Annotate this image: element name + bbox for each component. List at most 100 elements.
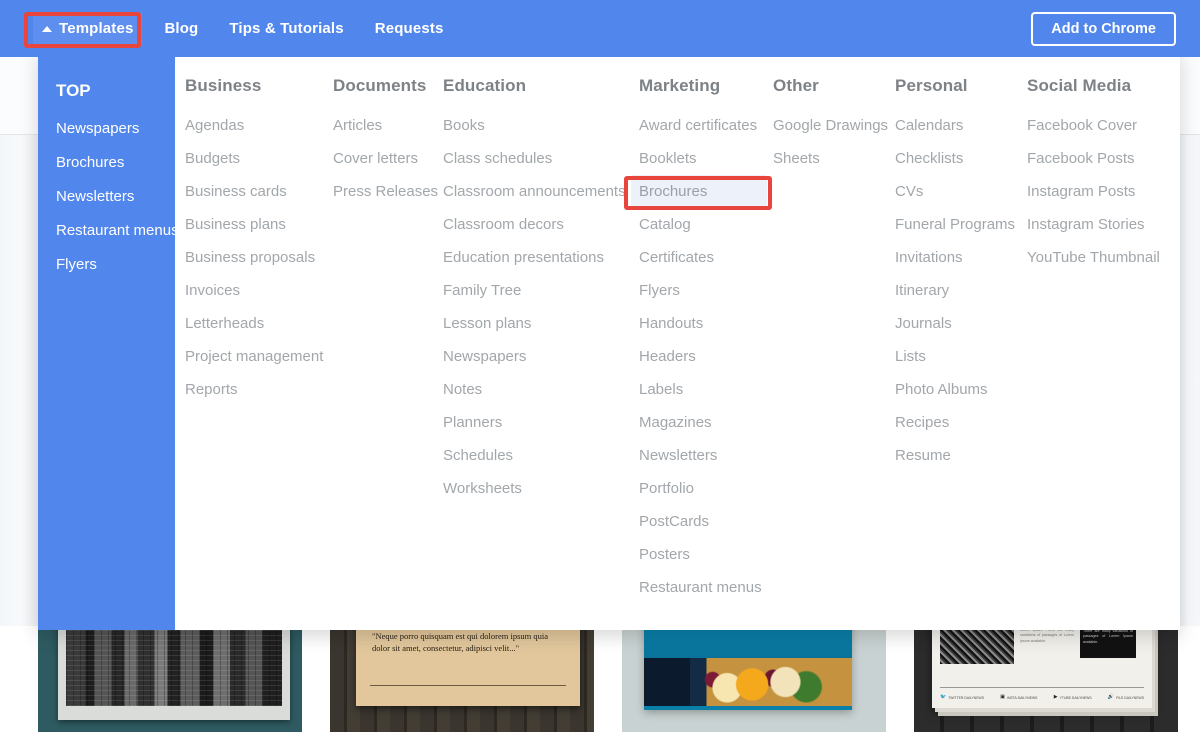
nav-item-label: Blog [164,20,199,37]
newspaper-social-row: 🐦 TWITTER.DAILYNEWS ▣ INSTA.DAILYNEWS ▶ … [940,695,1144,700]
add-to-chrome-button[interactable]: Add to Chrome [1031,12,1176,46]
category-item-certificates[interactable]: Certificates [639,241,767,274]
newspaper-divider [940,687,1144,688]
newspaper-sheet: Lorem Ipsum. There are many variations o… [932,626,1152,708]
category-item-budgets[interactable]: Budgets [185,142,327,175]
sidebar-item-flyers[interactable]: Flyers [38,248,175,282]
category-item-class-schedules[interactable]: Class schedules [443,142,633,175]
newspaper-highlight-box: There are many variations of passages of… [1080,626,1136,658]
category-item-classroom-decors[interactable]: Classroom decors [443,208,633,241]
category-item-sheets[interactable]: Sheets [773,142,889,175]
newspaper-photo [940,628,1014,664]
category-item-project-management[interactable]: Project management [185,340,327,373]
category-item-resume[interactable]: Resume [895,439,1021,472]
category-item-instagram-stories[interactable]: Instagram Stories [1027,208,1180,241]
category-column-education: Education Books Class schedules Classroo… [443,76,639,630]
sidebar-item-newsletters[interactable]: Newsletters [38,180,175,214]
category-item-reports[interactable]: Reports [185,373,327,406]
category-item-press-releases[interactable]: Press Releases [333,175,438,208]
category-item-facebook-posts[interactable]: Facebook Posts [1027,142,1180,175]
category-item-schedules[interactable]: Schedules [443,439,633,472]
social-item-instagram: ▣ INSTA.DAILYNEWS [1000,695,1037,700]
category-item-photo-albums[interactable]: Photo Albums [895,373,1021,406]
primary-nav: Templates Blog Tips & Tutorials Requests [0,0,465,57]
category-item-booklets[interactable]: Booklets [639,142,767,175]
category-item-instagram-posts[interactable]: Instagram Posts [1027,175,1180,208]
category-item-youtube-thumbnail[interactable]: YouTube Thumbnail [1027,241,1180,274]
sidebar-item-restaurant-menus[interactable]: Restaurant menus [38,214,179,248]
template-thumbnail-restaurant-menu[interactable]: Fresh Organic Menu Vegan Salad Caramel B… [622,626,886,732]
nav-item-blog[interactable]: Blog [155,12,207,45]
category-item-notes[interactable]: Notes [443,373,633,406]
top-navigation-bar: Templates Blog Tips & Tutorials Requests… [0,0,1200,57]
category-item-award-certificates[interactable]: Award certificates [639,109,767,142]
instagram-icon: ▣ [1000,694,1006,700]
category-item-cvs[interactable]: CVs [895,175,1021,208]
category-item-education-presentations[interactable]: Education presentations [443,241,633,274]
category-item-business-plans[interactable]: Business plans [185,208,327,241]
category-item-headers[interactable]: Headers [639,340,767,373]
template-thumbnail-newspaper[interactable]: Lorem Ipsum. There are many variations o… [914,626,1178,732]
category-item-flyers[interactable]: Flyers [639,274,767,307]
category-item-books[interactable]: Books [443,109,633,142]
category-item-cover-letters[interactable]: Cover letters [333,142,437,175]
category-item-magazines[interactable]: Magazines [639,406,767,439]
category-item-itinerary[interactable]: Itinerary [895,274,1021,307]
social-item-file: 🔊 FILE.DAILYNEWS [1108,695,1144,700]
category-item-portfolio[interactable]: Portfolio [639,472,767,505]
category-item-invitations[interactable]: Invitations [895,241,1021,274]
category-item-invoices[interactable]: Invoices [185,274,327,307]
newspaper-column-text: Lorem Ipsum. There are many variations o… [1020,628,1074,643]
social-handle: TWITTER.DAILYNEWS [948,695,984,700]
category-title-documents: Documents [333,76,427,95]
category-item-google-drawings[interactable]: Google Drawings [773,109,889,142]
category-item-calendars[interactable]: Calendars [895,109,1021,142]
menu-header: Fresh Organic Menu Vegan Salad Caramel B… [644,626,852,658]
category-item-checklists[interactable]: Checklists [895,142,1021,175]
category-item-brochures[interactable]: Brochures [631,175,767,208]
category-item-letterheads[interactable]: Letterheads [185,307,327,340]
category-item-restaurant-menus[interactable]: Restaurant menus [639,571,767,604]
category-title-personal: Personal [895,76,968,95]
nav-item-templates[interactable]: Templates [33,12,143,45]
category-item-postcards[interactable]: PostCards [639,505,767,538]
dropdown-sidebar: TOP Newspapers Brochures Newsletters Res… [38,50,179,630]
template-thumbnail-quote-card[interactable]: "Neque porro quisquam est qui dolorem ip… [330,626,594,732]
category-item-recipes[interactable]: Recipes [895,406,1021,439]
category-title-education: Education [443,76,527,95]
category-item-agendas[interactable]: Agendas [185,109,327,142]
category-item-journals[interactable]: Journals [895,307,1021,340]
category-item-lists[interactable]: Lists [895,340,1021,373]
category-item-posters[interactable]: Posters [639,538,767,571]
photo-mat [58,626,290,720]
nav-item-label: Templates [59,20,134,37]
category-item-articles[interactable]: Articles [333,109,437,142]
category-item-labels[interactable]: Labels [639,373,767,406]
category-item-handouts[interactable]: Handouts [639,307,767,340]
photo-image [66,626,282,706]
category-item-lesson-plans[interactable]: Lesson plans [443,307,633,340]
category-item-facebook-cover[interactable]: Facebook Cover [1027,109,1180,142]
sidebar-item-brochures[interactable]: Brochures [38,146,175,180]
sidebar-heading-top: TOP [56,81,91,100]
category-item-funeral-programs[interactable]: Funeral Programs [895,208,1021,241]
nav-item-tips-tutorials[interactable]: Tips & Tutorials [220,12,352,45]
sidebar-item-newspapers[interactable]: Newspapers [38,112,175,146]
quote-divider [370,685,566,686]
category-item-family-tree[interactable]: Family Tree [443,274,633,307]
background-right-gutter [1180,57,1200,627]
category-item-newspapers[interactable]: Newspapers [443,340,633,373]
category-item-business-proposals[interactable]: Business proposals [185,241,327,274]
category-column-social-media: Social Media Facebook Cover Facebook Pos… [1027,76,1180,630]
category-item-newsletters[interactable]: Newsletters [639,439,767,472]
template-thumbnail-skyscraper[interactable] [38,626,302,732]
category-item-classroom-announcements[interactable]: Classroom announcements [443,175,633,208]
category-item-worksheets[interactable]: Worksheets [443,472,633,505]
background-left-card [0,57,38,135]
nav-item-requests[interactable]: Requests [366,12,453,45]
category-column-personal: Personal Calendars Checklists CVs Funera… [895,76,1027,630]
category-item-catalog[interactable]: Catalog [639,208,767,241]
category-item-planners[interactable]: Planners [443,406,633,439]
category-item-business-cards[interactable]: Business cards [185,175,327,208]
category-title-marketing: Marketing [639,76,721,95]
